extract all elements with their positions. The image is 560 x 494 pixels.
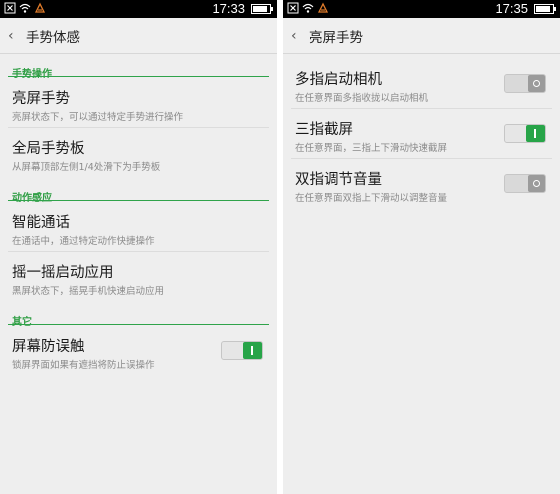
item-label: 双指调节音量	[295, 172, 382, 188]
item-desc: 黑屏状态下，摇晃手机快速启动应用	[12, 286, 165, 297]
wifi-icon	[19, 3, 31, 13]
close-box-icon	[287, 2, 299, 14]
item-desc: 锁屏界面如果有遮挡将防止误操作	[12, 360, 155, 371]
three-finger-screenshot-toggle[interactable]	[504, 124, 546, 143]
item-desc: 在任意界面，三指上下滑动快速截屏	[295, 143, 448, 154]
back-chevron-icon[interactable]: ‹	[291, 28, 301, 44]
item-desc: 从屏幕顶部左侧1/4处滑下为手势板	[12, 162, 161, 173]
item-desc: 亮屏状态下，可以通过特定手势进行操作	[12, 112, 184, 123]
two-finger-volume-toggle[interactable]	[504, 174, 546, 193]
item-label: 智能通话	[12, 215, 70, 231]
status-bar: 17:35	[283, 0, 560, 18]
item-desc: 在任意界面双指上下滑动以调整音量	[295, 193, 448, 204]
list-item-shake-launch[interactable]: 摇一摇启动应用 黑屏状态下，摇晃手机快速启动应用	[8, 252, 269, 302]
section-header-gesture: 手势操作	[0, 54, 269, 80]
list-item-multi-finger-camera[interactable]: 多指启动相机 在任意界面多指收拢以启动相机	[291, 59, 552, 109]
item-desc: 在任意界面多指收拢以启动相机	[295, 93, 429, 104]
page-title: 亮屏手势	[309, 29, 363, 46]
toggle-knob	[528, 75, 545, 92]
item-label: 摇一摇启动应用	[12, 265, 114, 281]
list-item-bright-screen-gesture[interactable]: 亮屏手势 亮屏状态下，可以通过特定手势进行操作	[8, 78, 269, 128]
title-bar: ‹ 手势体感	[0, 18, 277, 54]
item-label: 亮屏手势	[12, 91, 70, 107]
list-item-anti-mistouch[interactable]: 屏幕防误触 锁屏界面如果有遮挡将防止误操作	[8, 326, 269, 376]
toggle-knob	[526, 125, 545, 142]
close-box-icon	[4, 2, 16, 14]
wifi-icon	[302, 3, 314, 13]
list-item-three-finger-screenshot[interactable]: 三指截屏 在任意界面，三指上下滑动快速截屏	[291, 109, 552, 159]
section-header-other: 其它	[0, 302, 269, 328]
back-chevron-icon[interactable]: ‹	[8, 28, 18, 44]
notification-icon	[34, 2, 46, 13]
anti-mistouch-toggle[interactable]	[221, 341, 263, 360]
multi-finger-camera-toggle[interactable]	[504, 74, 546, 93]
item-label: 三指截屏	[295, 122, 353, 138]
title-bar: ‹ 亮屏手势	[283, 18, 560, 54]
item-label: 多指启动相机	[295, 72, 382, 88]
section-header-motion: 动作感应	[0, 178, 269, 204]
battery-icon	[534, 4, 556, 14]
item-desc: 在通话中，通过特定动作快捷操作	[12, 236, 155, 247]
toggle-knob	[528, 175, 545, 192]
list-item-smart-call[interactable]: 智能通话 在通话中，通过特定动作快捷操作	[8, 202, 269, 252]
toggle-knob	[243, 342, 262, 359]
status-time: 17:33	[212, 1, 245, 16]
left-screen: 17:33 ‹ 手势体感 手势操作 亮屏手势 亮屏状态下，可以通过特定手势进行操…	[0, 0, 277, 494]
right-screen: 17:35 ‹ 亮屏手势 多指启动相机 在任意界面多指收拢以启动相机 三指截屏 …	[283, 0, 560, 494]
list-item-global-gesture-board[interactable]: 全局手势板 从屏幕顶部左侧1/4处滑下为手势板	[8, 128, 269, 178]
status-bar: 17:33	[0, 0, 277, 18]
list-item-two-finger-volume[interactable]: 双指调节音量 在任意界面双指上下滑动以调整音量	[291, 159, 552, 209]
item-label: 屏幕防误触	[12, 339, 85, 355]
page-title: 手势体感	[26, 29, 80, 46]
notification-icon	[317, 2, 329, 13]
item-label: 全局手势板	[12, 141, 85, 157]
status-time: 17:35	[495, 1, 528, 16]
battery-icon	[251, 4, 273, 14]
